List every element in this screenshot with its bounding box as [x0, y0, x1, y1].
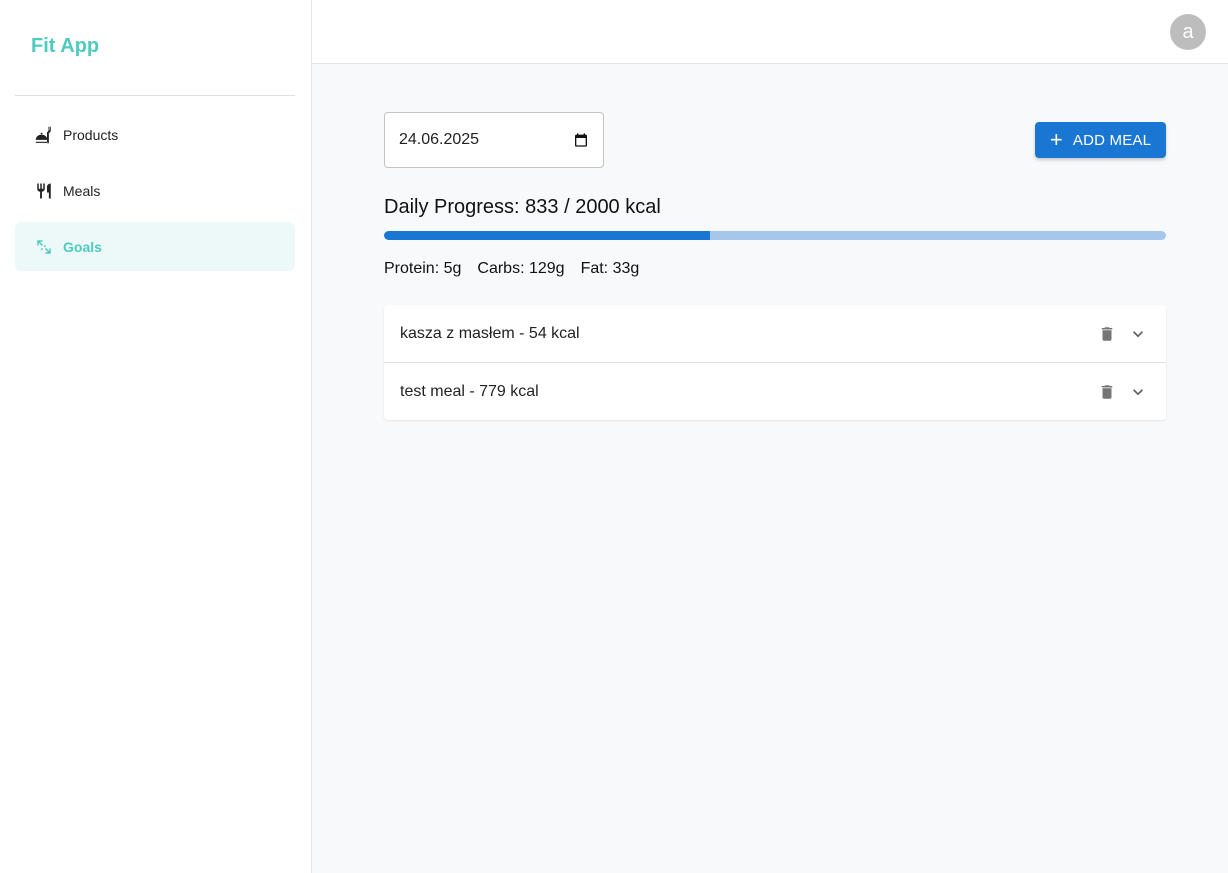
- sidebar-item-label: Meals: [63, 182, 101, 199]
- delete-icon[interactable]: [1098, 382, 1116, 402]
- add-meal-label: ADD MEAL: [1072, 131, 1152, 149]
- meal-actions: [1098, 363, 1148, 420]
- daily-progress-title: Daily Progress: 833 / 2000 kcal: [384, 196, 661, 218]
- sidebar-item-meals[interactable]: Meals: [15, 166, 295, 215]
- expand-arrows-icon: [35, 238, 53, 256]
- protein-value: Protein: 5g: [384, 260, 462, 277]
- sidebar-item-products[interactable]: Products: [15, 110, 295, 159]
- food-tray-icon: [35, 126, 53, 144]
- meal-list: kasza z masłem - 54 kcal test meal - 779…: [384, 305, 1166, 420]
- date-input[interactable]: 24.06.2025: [384, 112, 604, 168]
- meal-row[interactable]: test meal - 779 kcal: [384, 362, 1166, 420]
- fork-knife-icon: [35, 182, 53, 200]
- sidebar-nav: Products Meals Goals: [15, 110, 295, 278]
- meal-actions: [1098, 305, 1148, 362]
- main-content: 24.06.2025 + ADD MEAL Daily Progress: 83…: [312, 64, 1228, 873]
- app-title[interactable]: Fit App: [31, 35, 99, 58]
- meal-label: test meal - 779 kcal: [400, 382, 539, 400]
- meal-label: kasza z masłem - 54 kcal: [400, 324, 580, 342]
- progress-bar: [384, 231, 1166, 240]
- meal-row[interactable]: kasza z masłem - 54 kcal: [384, 305, 1166, 362]
- sidebar-item-goals[interactable]: Goals: [15, 222, 295, 271]
- macros-summary: Protein: 5g Carbs: 129g Fat: 33g: [384, 260, 655, 278]
- carbs-value: Carbs: 129g: [477, 260, 565, 277]
- progress-bar-fill: [384, 231, 710, 240]
- fat-value: Fat: 33g: [580, 260, 640, 277]
- sidebar-item-label: Goals: [63, 238, 102, 255]
- chevron-down-icon[interactable]: [1128, 324, 1148, 344]
- delete-icon[interactable]: [1098, 324, 1116, 344]
- chevron-down-icon[interactable]: [1128, 382, 1148, 402]
- sidebar-item-label: Products: [63, 126, 119, 143]
- sidebar-divider: [15, 95, 295, 96]
- top-bar: a: [312, 0, 1228, 64]
- date-value: 24.06.2025: [399, 131, 480, 148]
- sidebar: Fit App Products Meals Goals: [0, 0, 312, 873]
- avatar[interactable]: a: [1170, 14, 1206, 50]
- plus-icon: +: [1049, 127, 1063, 152]
- add-meal-button[interactable]: + ADD MEAL: [1035, 122, 1166, 158]
- calendar-icon[interactable]: [573, 132, 589, 153]
